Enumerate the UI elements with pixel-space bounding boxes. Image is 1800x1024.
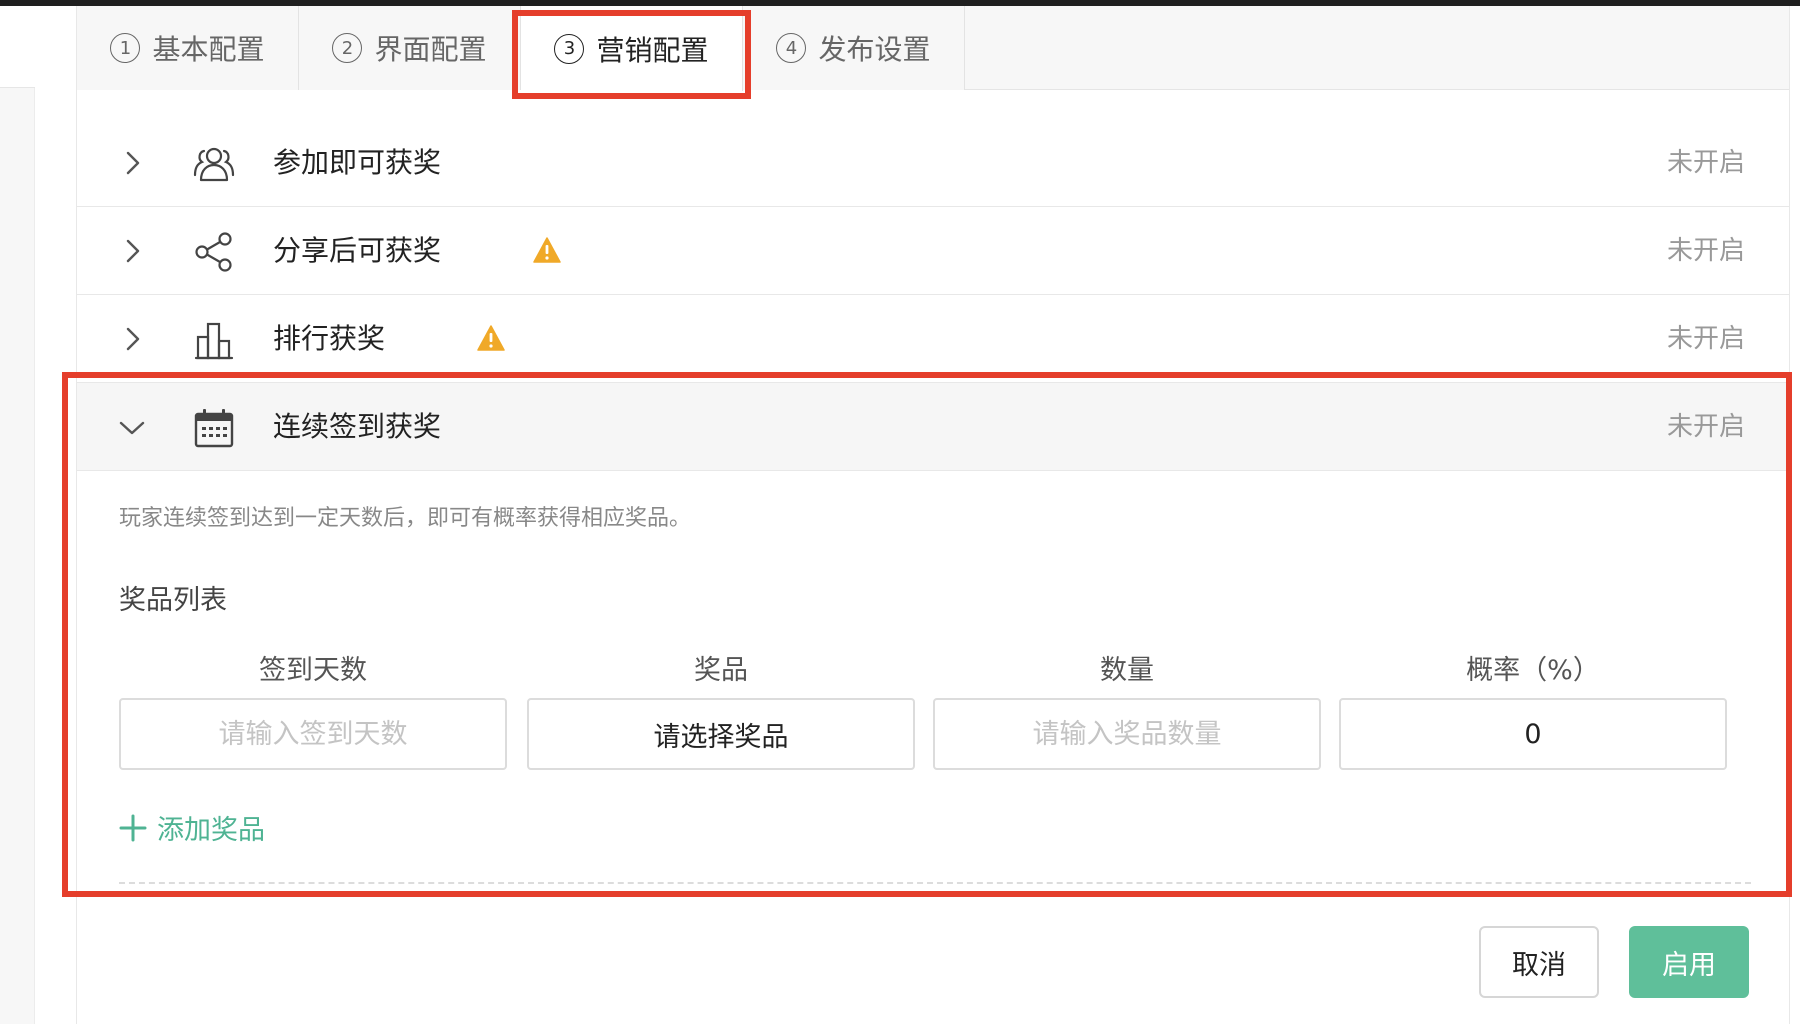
status-label: 未开启 [1666,324,1745,354]
reward-row-share[interactable]: 分享后可获奖 未开启 [77,207,1789,295]
prize-quantity-input[interactable] [933,698,1321,770]
config-panel: 1 基本配置 2 界面配置 3 营销配置 4 发布设置 参加即可获奖 未开启 分… [76,6,1790,1024]
plus-icon [119,814,147,841]
step-number: 2 [332,33,363,63]
reward-row-participate[interactable]: 参加即可获奖 未开启 [77,119,1789,207]
status-label: 未开启 [1666,236,1745,266]
chevron-down-icon[interactable] [117,412,147,442]
tab-label: 界面配置 [374,33,487,66]
enable-button[interactable]: 启用 [1629,926,1749,998]
add-prize-button[interactable]: 添加奖品 [119,808,265,847]
left-sidebar-edge [0,6,35,1024]
reward-row-checkin[interactable]: 连续签到获奖 未开启 [77,383,1789,471]
share-icon [195,232,232,272]
tab-interface-config[interactable]: 2 界面配置 [299,6,521,90]
row-title: 排行获奖 [273,322,386,355]
status-label: 未开启 [1666,412,1745,442]
chevron-right-icon[interactable] [117,148,147,178]
step-tabs: 1 基本配置 2 界面配置 3 营销配置 4 发布设置 [77,6,1789,91]
column-header-prize: 奖品 [694,655,748,686]
tab-label: 发布设置 [818,33,931,66]
row-title: 连续签到获奖 [273,410,442,443]
tab-basic-config[interactable]: 1 基本配置 [77,6,299,90]
add-prize-label: 添加奖品 [157,815,265,846]
calendar-icon [194,409,234,448]
warning-icon [477,325,505,351]
cancel-button[interactable]: 取消 [1479,926,1599,998]
chevron-right-icon[interactable] [117,324,147,354]
warning-icon [533,237,561,263]
probability-input[interactable] [1339,698,1727,770]
row-title: 分享后可获奖 [273,234,442,267]
step-number: 3 [554,33,585,64]
column-header-probability: 概率（%） [1466,655,1600,686]
prize-list-title: 奖品列表 [119,585,227,616]
tab-label: 营销配置 [596,33,709,67]
tab-marketing-config[interactable]: 3 营销配置 [521,6,743,91]
tab-publish-settings[interactable]: 4 发布设置 [743,6,965,90]
row-title: 参加即可获奖 [273,146,442,179]
ranking-icon [194,322,234,360]
prize-select[interactable]: 请选择奖品 [527,698,915,770]
column-header-days: 签到天数 [259,655,367,686]
chevron-right-icon[interactable] [117,236,147,266]
step-number: 1 [110,33,141,63]
reward-row-ranking[interactable]: 排行获奖 未开启 [77,295,1789,383]
status-label: 未开启 [1666,148,1745,178]
tab-label: 基本配置 [152,33,265,66]
checkin-days-input[interactable] [119,698,507,770]
column-header-quantity: 数量 [1100,655,1154,686]
section-description: 玩家连续签到达到一定天数后，即可有概率获得相应奖品。 [119,506,692,531]
users-icon [193,147,235,182]
section-divider [119,882,1751,884]
step-number: 4 [776,33,807,63]
